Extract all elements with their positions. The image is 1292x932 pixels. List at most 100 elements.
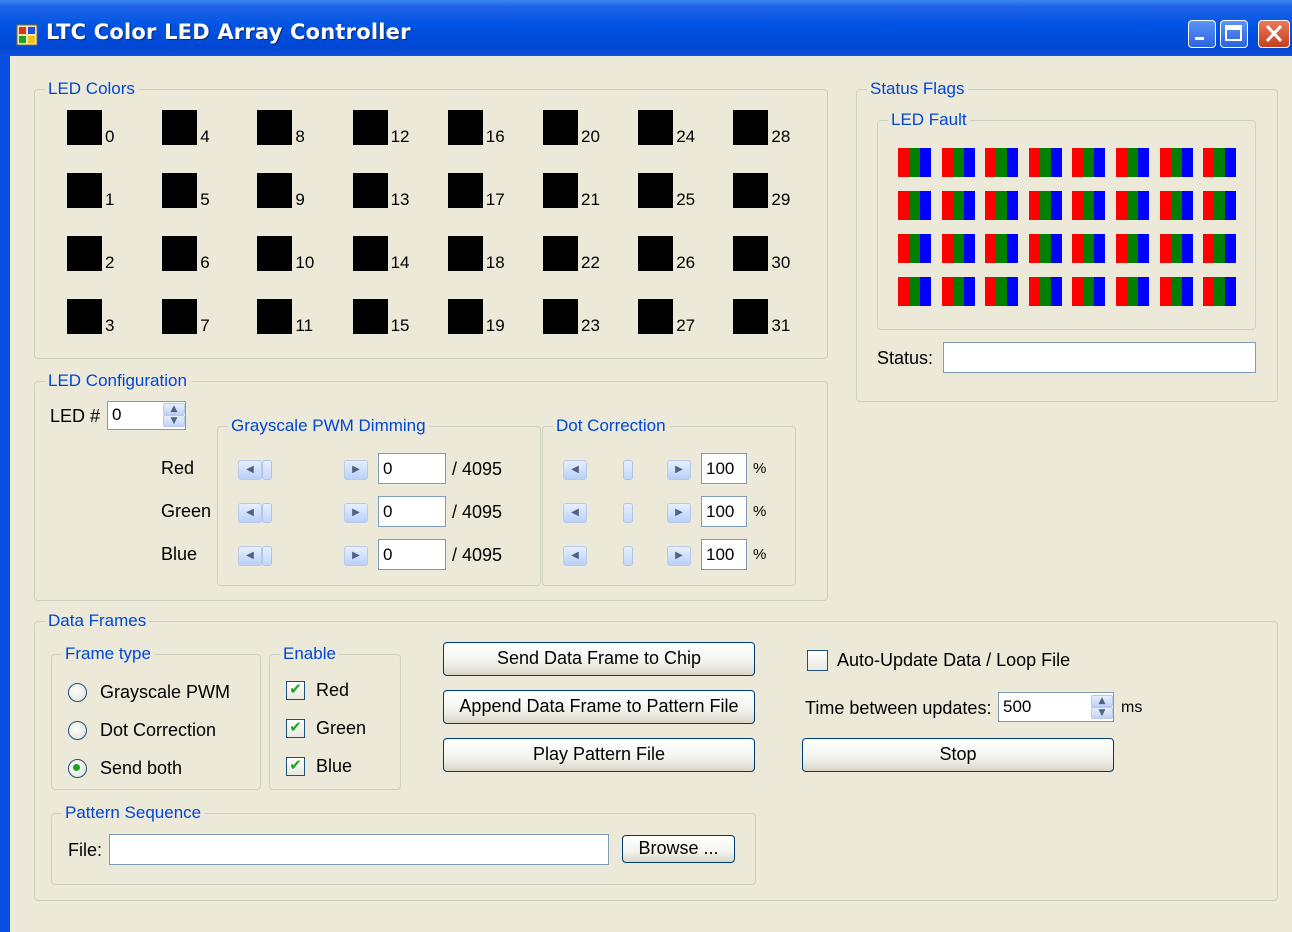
led-color-swatch[interactable] <box>447 173 483 208</box>
led-number: 31 <box>771 316 791 335</box>
scroll-right-arrow[interactable]: ▶ <box>667 546 691 566</box>
browse-button[interactable]: Browse ... <box>622 835 735 863</box>
frame-type-option-label: Grayscale PWM <box>100 682 231 702</box>
led-color-swatch[interactable] <box>67 110 102 145</box>
led-color-swatch[interactable] <box>352 110 388 145</box>
led-color-swatch[interactable] <box>257 299 293 334</box>
led-color-swatch[interactable] <box>638 110 674 145</box>
led-number-value: 0 <box>112 405 122 424</box>
dot-correction-value-input[interactable]: 100 <box>701 496 747 527</box>
grayscale-slider[interactable]: ◀ ▶ <box>238 545 374 567</box>
time-spin-up[interactable]: ▲ <box>1091 695 1113 707</box>
led-color-swatch[interactable] <box>733 173 769 208</box>
led-color-swatch[interactable] <box>543 299 578 334</box>
grayscale-slider[interactable]: ◀ ▶ <box>238 502 374 524</box>
dot-correction-value-input[interactable]: 100 <box>701 453 747 484</box>
dot-correction-value-input[interactable]: 100 <box>701 539 747 570</box>
led-color-swatch[interactable] <box>67 173 102 208</box>
time-spin-down[interactable]: ▼ <box>1091 707 1113 719</box>
led-color-swatch[interactable] <box>162 236 198 271</box>
append-data-frame-button[interactable]: Append Data Frame to Pattern File <box>443 690 755 724</box>
dot-correction-slider[interactable]: ◀ ▶ <box>563 502 695 524</box>
led-color-swatch[interactable] <box>447 299 483 334</box>
grayscale-value-input[interactable]: 0 <box>378 539 446 570</box>
scroll-left-arrow[interactable]: ◀ <box>238 546 262 566</box>
send-data-frame-button[interactable]: Send Data Frame to Chip <box>443 642 755 676</box>
status-field[interactable] <box>943 342 1256 373</box>
led-color-swatch[interactable] <box>543 173 578 208</box>
led-fault-group: LED Fault <box>877 110 1256 330</box>
scroll-left-arrow[interactable]: ◀ <box>238 503 262 523</box>
scroll-left-arrow[interactable]: ◀ <box>238 460 262 480</box>
led-color-swatch[interactable] <box>638 299 674 334</box>
led-fault-indicator <box>1028 148 1062 177</box>
enable-checkbox[interactable]: ✔ <box>286 719 305 738</box>
led-color-swatch[interactable] <box>67 236 102 271</box>
led-color-swatch[interactable] <box>162 110 198 145</box>
file-path-input[interactable] <box>109 834 609 865</box>
led-color-swatch[interactable] <box>352 173 388 208</box>
led-color-swatch[interactable] <box>257 173 293 208</box>
slider-thumb[interactable] <box>623 503 633 523</box>
led-color-swatch[interactable] <box>733 236 769 271</box>
slider-thumb[interactable] <box>623 546 633 566</box>
color-label: Red <box>161 458 195 478</box>
slider-thumb[interactable] <box>262 503 272 523</box>
frame-type-radio[interactable] <box>68 721 87 740</box>
led-number: 1 <box>105 190 115 209</box>
led-color-swatch[interactable] <box>257 236 293 271</box>
grayscale-value-input[interactable]: 0 <box>378 496 446 527</box>
dot-correction-slider[interactable]: ◀ ▶ <box>563 545 695 567</box>
led-number: 5 <box>200 190 210 209</box>
led-color-swatch[interactable] <box>638 173 674 208</box>
scroll-right-arrow[interactable]: ▶ <box>344 546 368 566</box>
led-color-swatch[interactable] <box>162 299 198 334</box>
stop-button[interactable]: Stop <box>802 738 1114 772</box>
client-area: LED Colors 0 1 2 3 4 5 6 7 8 9 10 11 12 13 14 15 16 17 18 1… <box>10 56 1292 932</box>
grayscale-slider[interactable]: ◀ ▶ <box>238 459 374 481</box>
led-color-swatch[interactable] <box>352 236 388 271</box>
scroll-left-arrow[interactable]: ◀ <box>563 503 587 523</box>
led-fault-indicator <box>985 234 1019 263</box>
maximize-button[interactable] <box>1220 20 1248 48</box>
scroll-right-arrow[interactable]: ▶ <box>344 460 368 480</box>
color-label: Blue <box>161 544 198 564</box>
led-color-swatch[interactable] <box>447 236 483 271</box>
enable-checkbox[interactable]: ✔ <box>286 757 305 776</box>
frame-type-radio[interactable] <box>68 759 87 778</box>
led-fault-indicator <box>985 277 1019 306</box>
close-button[interactable] <box>1258 20 1290 48</box>
scroll-left-arrow[interactable]: ◀ <box>563 546 587 566</box>
led-fault-indicator <box>941 148 975 177</box>
scroll-left-arrow[interactable]: ◀ <box>563 460 587 480</box>
dot-correction-slider[interactable]: ◀ ▶ <box>563 459 695 481</box>
led-color-swatch[interactable] <box>352 299 388 334</box>
led-color-swatch[interactable] <box>543 236 578 271</box>
frame-type-radio[interactable] <box>68 683 87 702</box>
led-color-swatch[interactable] <box>733 299 769 334</box>
led-color-swatch[interactable] <box>638 236 674 271</box>
led-color-swatch[interactable] <box>257 110 293 145</box>
led-fault-label: LED Fault <box>888 110 970 130</box>
scroll-right-arrow[interactable]: ▶ <box>667 503 691 523</box>
led-fault-indicator <box>985 191 1019 220</box>
title-bar[interactable]: LTC Color LED Array Controller <box>0 0 1292 56</box>
play-pattern-file-button[interactable]: Play Pattern File <box>443 738 755 772</box>
led-color-swatch[interactable] <box>162 173 198 208</box>
slider-thumb[interactable] <box>623 460 633 480</box>
led-number-spin-down[interactable]: ▼ <box>163 415 185 427</box>
led-color-swatch[interactable] <box>543 110 578 145</box>
minimize-icon <box>1195 37 1204 40</box>
led-color-swatch[interactable] <box>447 110 483 145</box>
auto-update-checkbox[interactable] <box>807 650 828 671</box>
slider-thumb[interactable] <box>262 460 272 480</box>
led-color-swatch[interactable] <box>733 110 769 145</box>
grayscale-value-input[interactable]: 0 <box>378 453 446 484</box>
scroll-right-arrow[interactable]: ▶ <box>667 460 691 480</box>
minimize-button[interactable] <box>1188 20 1216 48</box>
led-number-spin-up[interactable]: ▲ <box>163 403 185 415</box>
led-color-swatch[interactable] <box>67 299 102 334</box>
scroll-right-arrow[interactable]: ▶ <box>344 503 368 523</box>
enable-checkbox[interactable]: ✔ <box>286 681 305 700</box>
slider-thumb[interactable] <box>262 546 272 566</box>
